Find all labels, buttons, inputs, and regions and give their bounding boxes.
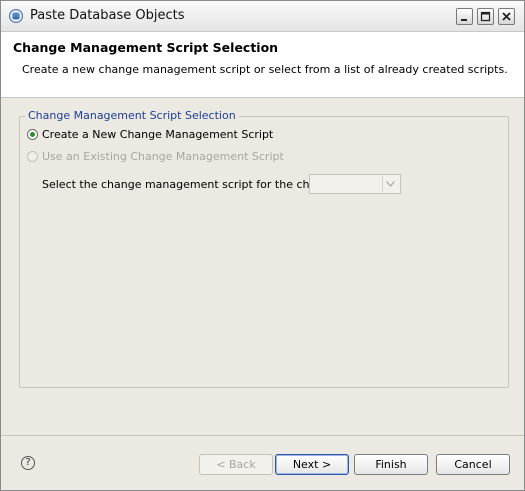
window-title: Paste Database Objects: [30, 8, 185, 23]
radio-use-existing: Use an Existing Change Management Script: [27, 150, 284, 163]
close-icon: [502, 12, 511, 21]
close-button[interactable]: [498, 8, 515, 25]
page-title: Change Management Script Selection: [13, 40, 279, 55]
title-bar: Paste Database Objects: [1, 1, 524, 32]
maximize-icon: [480, 11, 491, 22]
next-button[interactable]: Next >: [275, 454, 349, 475]
minimize-button[interactable]: [456, 8, 473, 25]
radio-create-new[interactable]: Create a New Change Management Script: [27, 128, 273, 141]
maximize-button[interactable]: [477, 8, 494, 25]
radio-use-existing-label: Use an Existing Change Management Script: [42, 150, 284, 163]
radio-create-new-label: Create a New Change Management Script: [42, 128, 274, 141]
script-select-label: Select the change management script for …: [42, 178, 341, 191]
database-icon: [9, 9, 23, 23]
radio-button-selected[interactable]: [27, 129, 38, 140]
script-select-dropdown: [309, 174, 401, 194]
page-description: Create a new change management script or…: [22, 63, 508, 76]
cancel-button[interactable]: Cancel: [436, 454, 510, 475]
chevron-down-icon: [386, 181, 395, 187]
finish-button[interactable]: Finish: [354, 454, 428, 475]
back-button: < Back: [199, 454, 273, 475]
group-legend: Change Management Script Selection: [25, 109, 239, 122]
footer-divider: [1, 435, 524, 436]
wizard-header: Change Management Script Selection Creat…: [1, 32, 524, 98]
dropdown-button: [382, 176, 399, 192]
minimize-icon: [461, 19, 467, 21]
dialog-window: Paste Database Objects Change Management…: [0, 0, 525, 491]
help-icon[interactable]: ?: [21, 456, 35, 470]
radio-button-disabled: [27, 151, 38, 162]
